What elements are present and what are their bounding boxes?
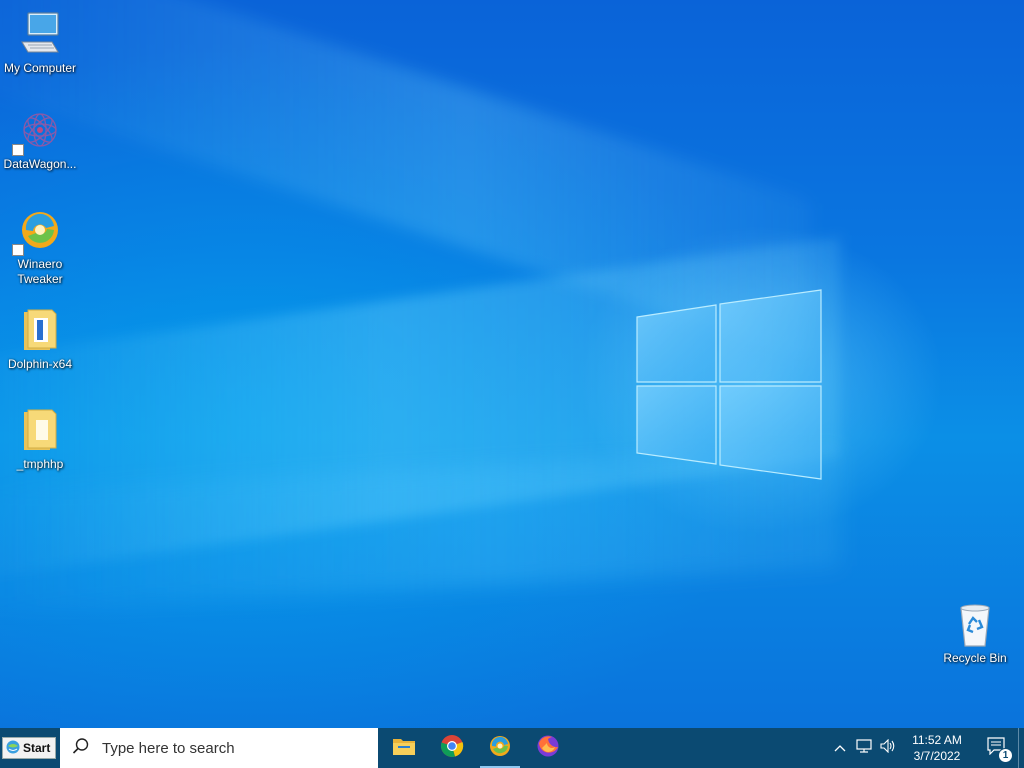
system-tray: 11:52 AM 3/7/2022 1 (828, 728, 1024, 768)
clock-date: 3/7/2022 (913, 749, 961, 763)
desktop-background[interactable]: My Computer DataWagon... Winaero Tweaker… (0, 0, 1024, 728)
search-box[interactable] (60, 728, 378, 768)
taskbar: Start Type here to search 11:52 AM 3/7/2… (0, 728, 1024, 768)
start-logo-icon (6, 740, 20, 757)
network-icon (856, 738, 872, 758)
search-input[interactable] (100, 738, 374, 758)
start-button[interactable]: Start (2, 737, 56, 759)
desktop-icon-label: My Computer (3, 61, 77, 75)
taskbar-app-firefox[interactable] (524, 728, 572, 768)
taskbar-app-file-explorer[interactable] (380, 728, 428, 768)
recycle-bin-icon (951, 600, 999, 648)
desktop-icon-label: Winaero Tweaker (17, 257, 63, 286)
desktop-icon-recycle-bin[interactable]: Recycle Bin (935, 600, 1015, 666)
desktop-icon-label: Recycle Bin (943, 651, 1007, 665)
desktop-icon-tmphhp[interactable]: _tmphhp (0, 406, 80, 472)
winaero-icon (12, 206, 64, 256)
file-explorer-icon (392, 736, 416, 761)
taskbar-app-winaero-tweaker[interactable] (476, 728, 524, 768)
speaker-icon (880, 738, 896, 758)
notification-count-badge: 1 (998, 748, 1013, 763)
shortcut-arrow-icon (12, 144, 24, 156)
desktop-icon-label: DataWagon... (3, 157, 77, 171)
desktop-icon-label: Dolphin-x64 (7, 357, 73, 371)
desktop-icon-label: _tmphhp (16, 457, 64, 471)
desktop-icon-dolphin-x64[interactable]: Dolphin-x64 (0, 306, 80, 372)
show-hidden-icons-button[interactable] (828, 728, 852, 768)
show-desktop-button[interactable] (1018, 728, 1024, 768)
datawagon-icon (12, 106, 64, 156)
desktop-icon-winaero-tweaker[interactable]: Winaero Tweaker (0, 206, 80, 287)
taskbar-app-chrome[interactable] (428, 728, 476, 768)
network-button[interactable] (852, 728, 876, 768)
chevron-up-icon (834, 739, 846, 757)
volume-button[interactable] (876, 728, 900, 768)
desktop-icon-my-computer[interactable]: My Computer (0, 10, 80, 76)
windows-logo-wallpaper (636, 289, 822, 480)
folder-icon (16, 306, 64, 354)
folder-icon (16, 406, 64, 454)
desktop-icon-datawagon[interactable]: DataWagon... (0, 106, 80, 172)
clock-time: 11:52 AM (912, 733, 962, 747)
firefox-icon (536, 734, 560, 763)
winaero-icon (488, 734, 512, 763)
monitor-icon (16, 10, 64, 58)
action-center-button[interactable]: 1 (974, 728, 1018, 768)
search-icon (72, 737, 90, 760)
clock[interactable]: 11:52 AM 3/7/2022 (900, 732, 974, 764)
shortcut-arrow-icon (12, 244, 24, 256)
chrome-icon (440, 734, 464, 763)
start-label: Start (23, 741, 51, 755)
